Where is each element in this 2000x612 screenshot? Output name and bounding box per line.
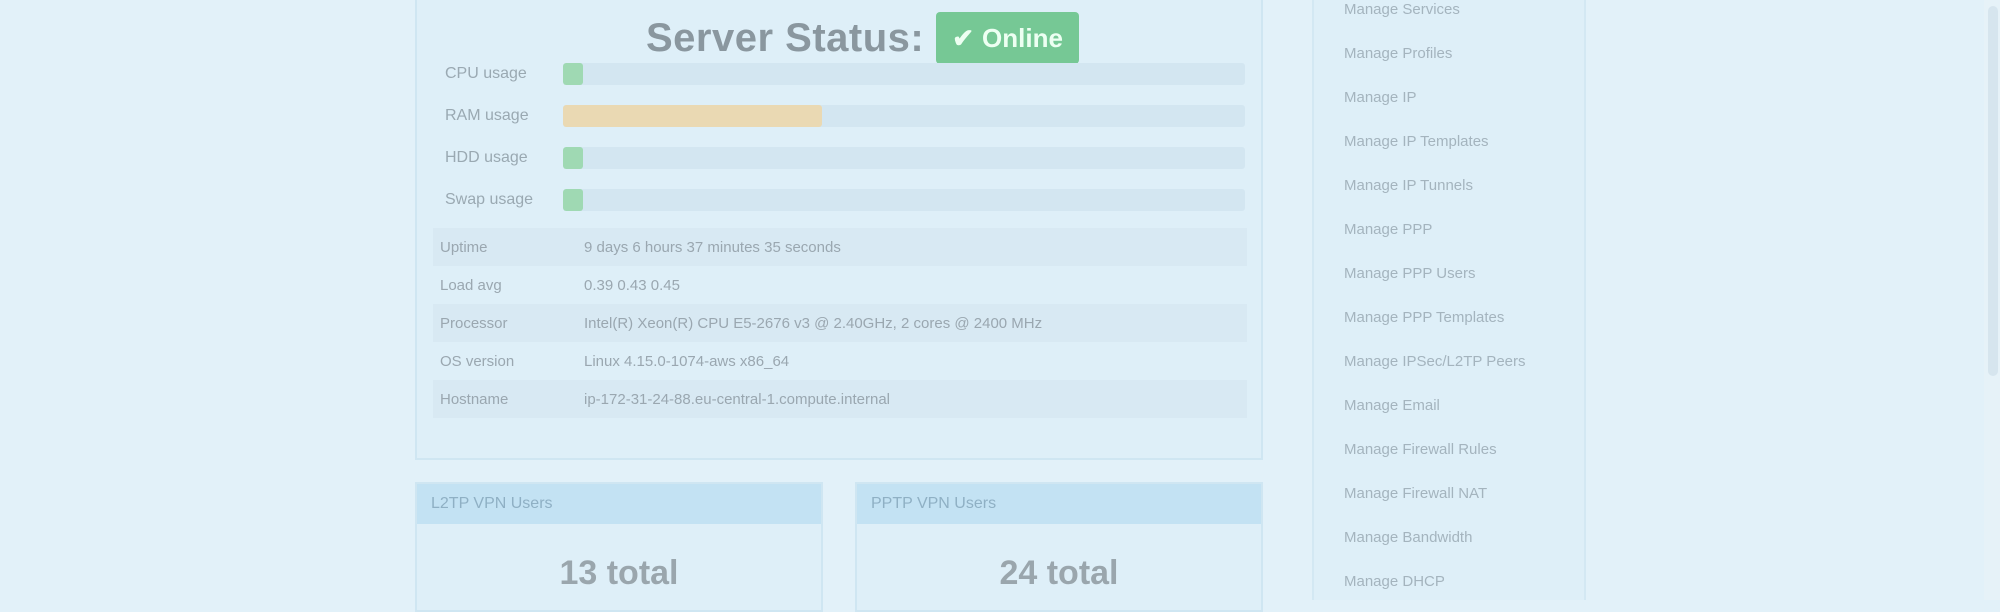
info-key: OS version <box>440 352 515 370</box>
info-row: Load avg 0.39 0.43 0.45 <box>433 266 1247 304</box>
l2tp-users-box: L2TP VPN Users 13 total <box>415 482 823 612</box>
l2tp-users-header: L2TP VPN Users <box>417 484 821 524</box>
sidebar-link[interactable]: Manage Services <box>1344 1 1460 18</box>
sidebar-link[interactable]: Manage Profiles <box>1344 45 1452 62</box>
scrollbar-thumb[interactable] <box>1988 6 1998 376</box>
server-status-heading: Server Status: ✔ Online <box>646 12 1079 64</box>
usage-label: CPU usage <box>445 65 527 82</box>
server-info-table: Uptime 9 days 6 hours 37 minutes 35 secon… <box>433 228 1247 418</box>
info-value: 0.39 0.43 0.45 <box>584 276 680 294</box>
info-row: OS version Linux 4.15.0-1074-aws x86_64 <box>433 342 1247 380</box>
sidebar-link[interactable]: Manage Firewall NAT <box>1344 485 1487 502</box>
sidebar-link[interactable]: Manage Firewall Rules <box>1344 441 1497 458</box>
sidebar-link[interactable]: Manage Bandwidth <box>1344 529 1472 546</box>
pptp-users-box: PPTP VPN Users 24 total <box>855 482 1263 612</box>
usage-label: Swap usage <box>445 191 534 208</box>
usage-row: CPU usage <box>445 63 1245 85</box>
sidebar-menu: Manage Services Manage Profiles Manage IP M… <box>1312 0 1586 600</box>
info-row: Hostname ip-172-31-24-88.eu-central-1.com… <box>433 380 1247 418</box>
l2tp-users-total: 13 total <box>559 554 679 592</box>
usage-row: HDD usage <box>445 147 1245 169</box>
usage-track <box>563 147 1245 169</box>
info-key: Hostname <box>433 380 577 418</box>
usage-row: Swap usage <box>445 189 1245 211</box>
usage-fill <box>563 189 584 211</box>
online-status-badge: ✔ Online <box>936 12 1079 64</box>
usage-label: RAM usage <box>445 107 529 124</box>
usage-track <box>563 105 1245 127</box>
usage-track <box>563 189 1245 211</box>
info-value: 9 days 6 hours 37 minutes 35 seconds <box>577 228 1247 266</box>
usage-track <box>563 63 1245 85</box>
sidebar-link[interactable]: Manage Email <box>1344 397 1440 414</box>
check-icon: ✔ <box>952 23 975 53</box>
server-status-panel: Server Status: ✔ Online CPU usage RAM usa… <box>415 0 1263 460</box>
info-key: Uptime <box>433 228 577 266</box>
sidebar-link[interactable]: Manage PPP <box>1344 221 1432 238</box>
online-badge-label: Online <box>982 23 1063 53</box>
sidebar-link[interactable]: Manage DHCP <box>1344 573 1445 590</box>
sidebar-link[interactable]: Manage PPP Users <box>1344 265 1475 282</box>
page-scrollbar[interactable] <box>1984 0 2000 600</box>
server-status-title: Server Status: <box>646 15 925 60</box>
pptp-users-header: PPTP VPN Users <box>857 484 1261 524</box>
info-key: Load avg <box>440 276 502 294</box>
usage-fill <box>563 147 584 169</box>
sidebar-link[interactable]: Manage IPSec/L2TP Peers <box>1344 353 1526 370</box>
pptp-users-total: 24 total <box>999 554 1119 592</box>
info-value: Linux 4.15.0-1074-aws x86_64 <box>584 352 790 370</box>
sidebar-link[interactable]: Manage PPP Templates <box>1344 309 1504 326</box>
usage-row: RAM usage <box>445 105 1245 127</box>
usage-label: HDD usage <box>445 149 528 166</box>
sidebar-link[interactable]: Manage IP <box>1344 89 1417 106</box>
info-value: ip-172-31-24-88.eu-central-1.compute.int… <box>577 380 1247 418</box>
usage-fill <box>563 105 823 127</box>
sidebar-link[interactable]: Manage IP Templates <box>1344 133 1489 150</box>
info-value: Intel(R) Xeon(R) CPU E5-2676 v3 @ 2.40GH… <box>577 304 1247 342</box>
info-row: Processor Intel(R) Xeon(R) CPU E5-2676 v3… <box>433 304 1247 342</box>
usage-fill <box>563 63 584 85</box>
info-key: Processor <box>433 304 577 342</box>
info-row: Uptime 9 days 6 hours 37 minutes 35 secon… <box>433 228 1247 266</box>
sidebar-link[interactable]: Manage IP Tunnels <box>1344 177 1473 194</box>
